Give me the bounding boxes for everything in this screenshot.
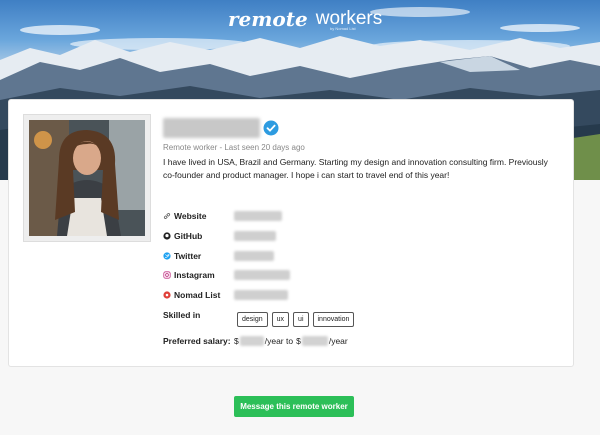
link-row-github: GitHub bbox=[163, 229, 202, 243]
instagram-icon bbox=[163, 271, 171, 279]
link-icon bbox=[163, 212, 171, 220]
worker-bio: I have lived in USA, Brazil and Germany.… bbox=[163, 157, 548, 180]
skill-tag[interactable]: ux bbox=[271, 312, 290, 327]
worker-status: Remote worker - Last seen 20 days ago bbox=[163, 143, 305, 152]
profile-photo bbox=[29, 120, 145, 236]
skill-tags: design ux ui innovation bbox=[237, 312, 355, 327]
worker-name-redacted bbox=[163, 118, 260, 138]
skill-tag[interactable]: innovation bbox=[312, 312, 355, 327]
instagram-value-redacted[interactable] bbox=[234, 270, 290, 280]
link-label-github: GitHub bbox=[174, 231, 203, 241]
salary-suffix-year: /year bbox=[328, 336, 348, 346]
salary-label: Preferred salary: bbox=[163, 336, 231, 346]
profile-card: Remote worker - Last seen 20 days ago I … bbox=[8, 99, 574, 367]
salary-max-redacted bbox=[301, 336, 328, 346]
skills-label: Skilled in bbox=[163, 310, 201, 320]
profile-photo-frame bbox=[23, 114, 151, 242]
twitter-icon bbox=[163, 252, 171, 260]
link-row-instagram: Instagram bbox=[163, 268, 215, 282]
salary-currency-min: $ bbox=[234, 336, 239, 346]
salary-suffix-to: /year to bbox=[264, 336, 294, 346]
github-icon bbox=[163, 232, 171, 240]
link-label-instagram: Instagram bbox=[174, 270, 215, 280]
link-label-website: Website bbox=[174, 211, 207, 221]
skill-tag[interactable]: design bbox=[237, 312, 268, 327]
github-value-redacted[interactable] bbox=[234, 231, 276, 241]
link-row-nomadlist: Nomad List bbox=[163, 288, 220, 302]
link-row-website: Website bbox=[163, 209, 206, 223]
verified-badge-icon bbox=[263, 120, 279, 136]
website-value-redacted[interactable] bbox=[234, 211, 282, 221]
message-worker-button[interactable]: Message this remote worker bbox=[234, 396, 354, 417]
logo-word-remote: remote bbox=[228, 7, 308, 31]
link-label-nomadlist: Nomad List bbox=[174, 290, 221, 300]
link-row-twitter: Twitter bbox=[163, 249, 201, 263]
link-label-twitter: Twitter bbox=[174, 251, 202, 261]
nomadlist-icon bbox=[163, 291, 171, 299]
nomadlist-value-redacted[interactable] bbox=[234, 290, 288, 300]
salary-min-redacted bbox=[239, 336, 264, 346]
preferred-salary: Preferred salary: $ /year to $ /year bbox=[163, 336, 348, 346]
twitter-value-redacted[interactable] bbox=[234, 251, 274, 261]
salary-currency-max: $ bbox=[296, 336, 301, 346]
site-logo[interactable]: remote workers by Nomad List bbox=[228, 4, 382, 34]
logo-tagline: by Nomad List bbox=[330, 26, 356, 31]
skill-tag[interactable]: ui bbox=[293, 312, 309, 327]
